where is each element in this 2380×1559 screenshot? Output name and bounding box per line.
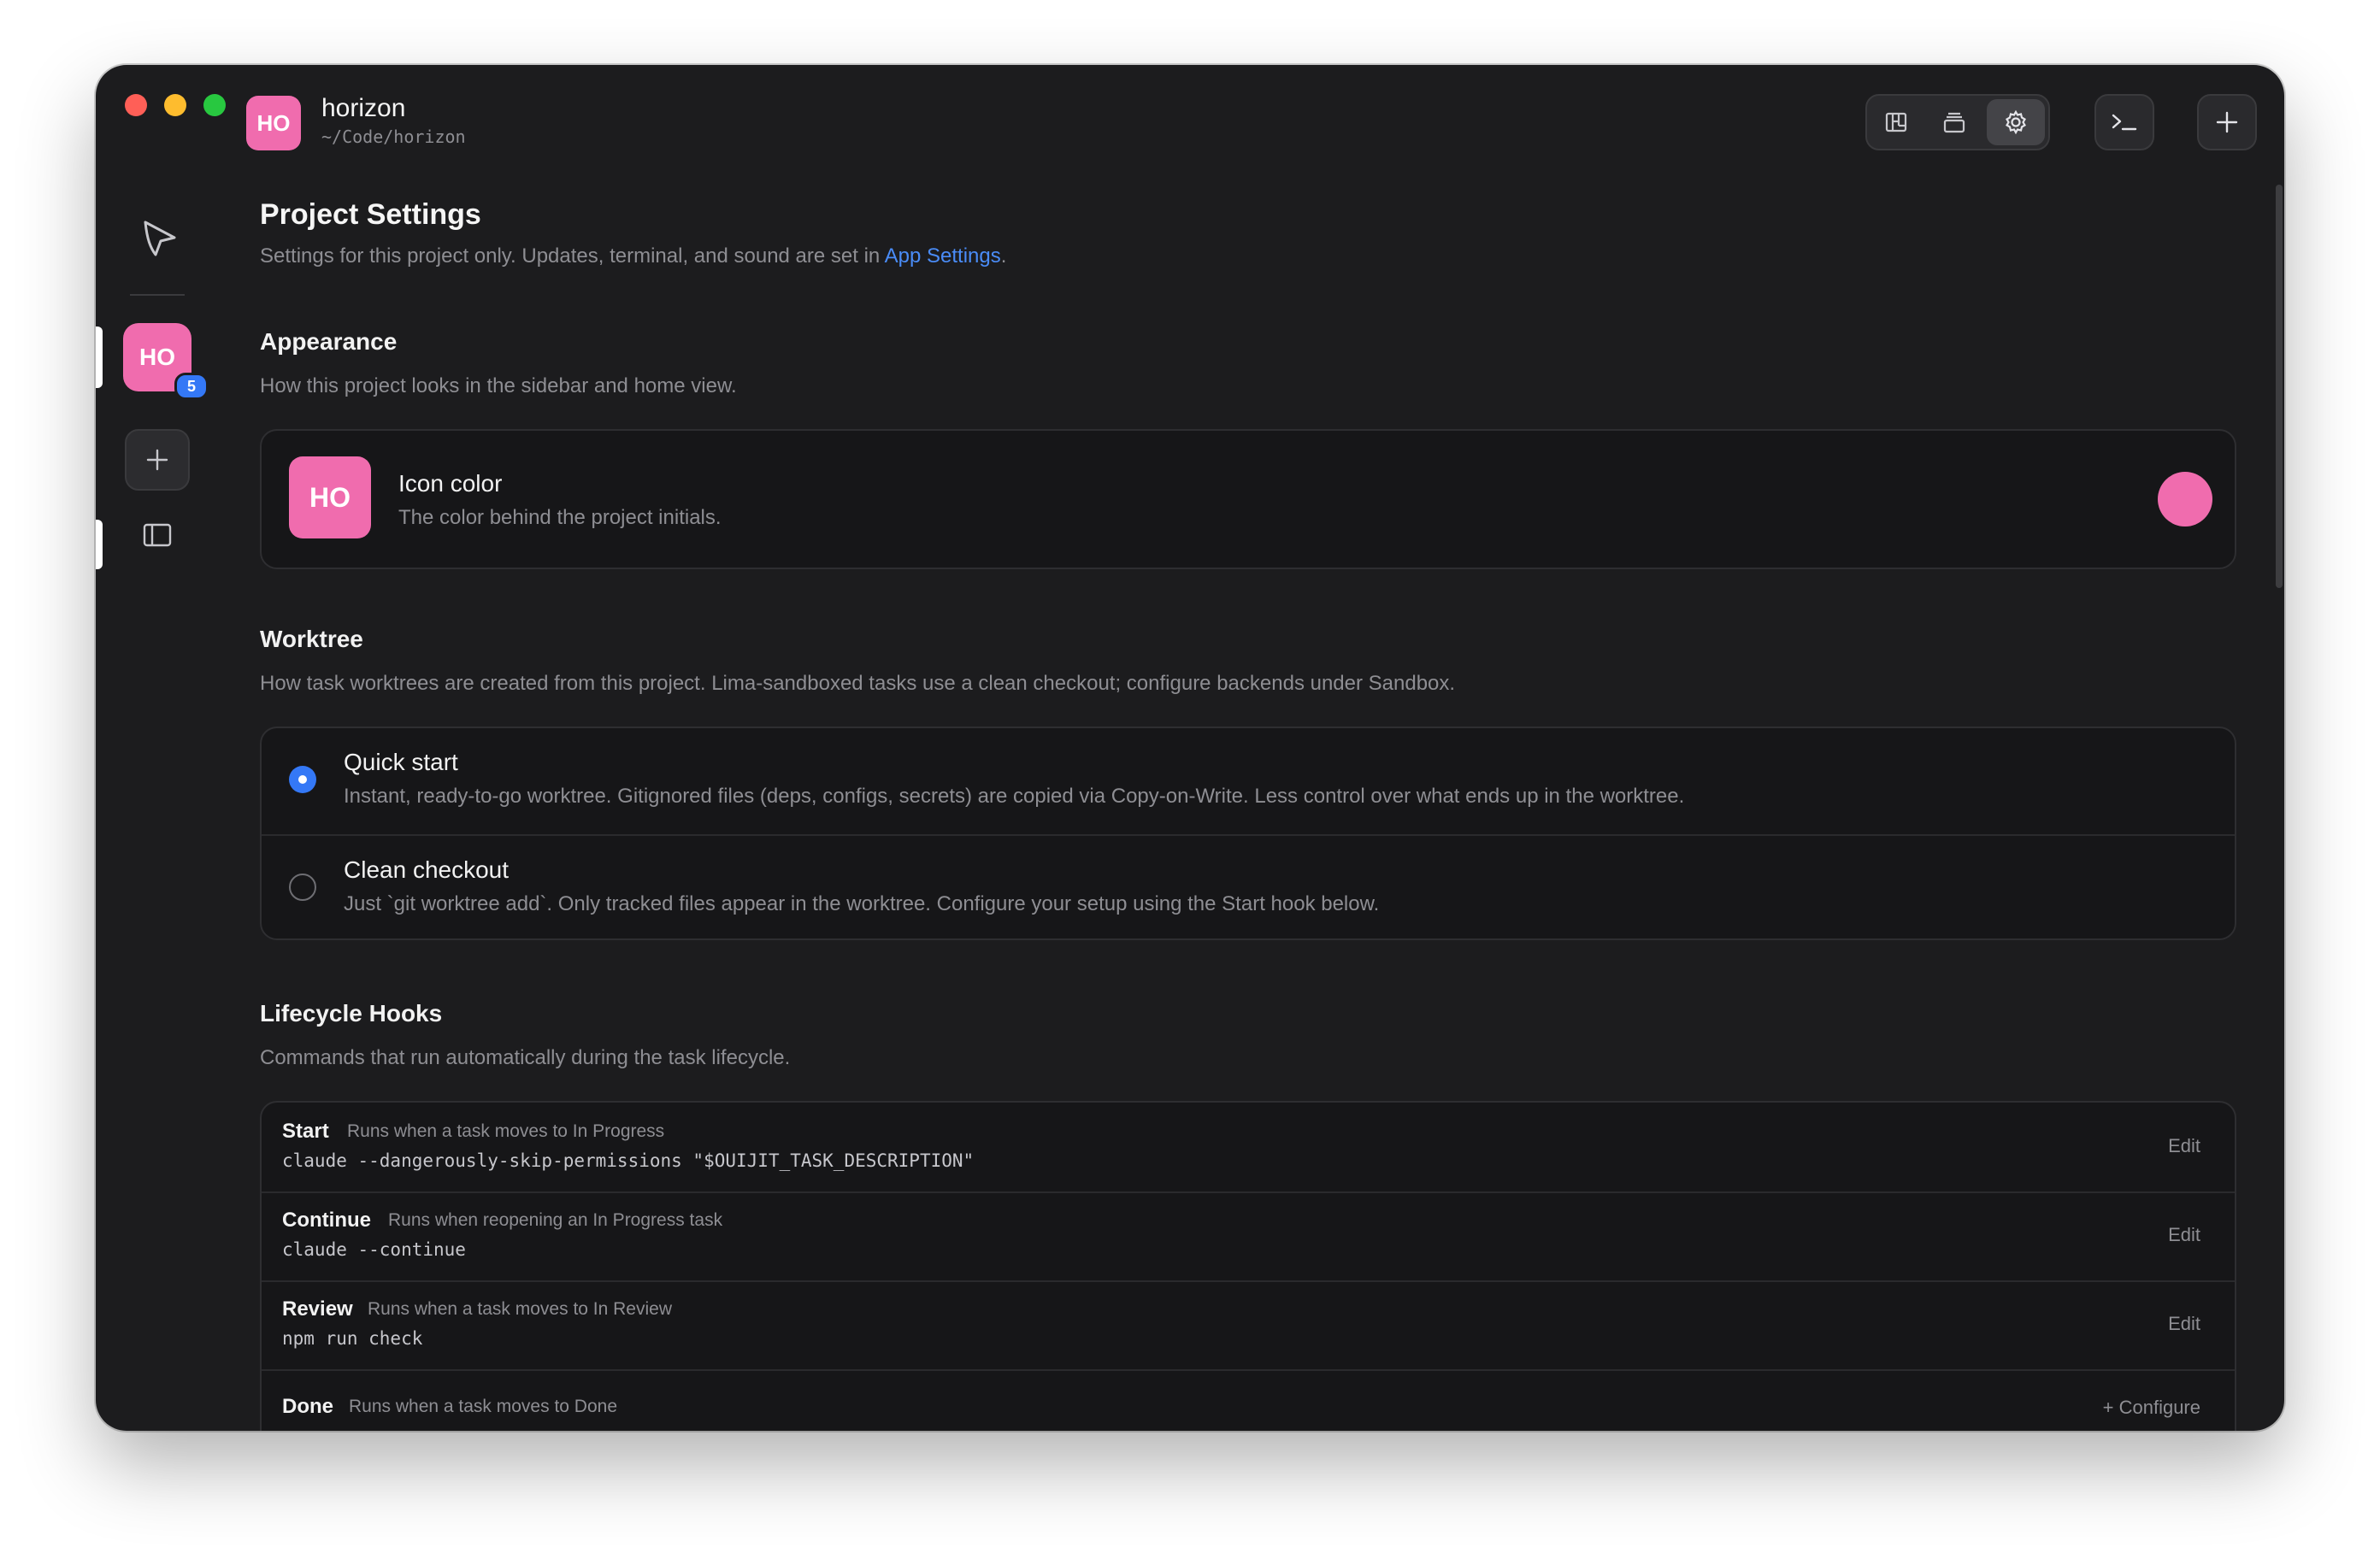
hook-row-done: Done Runs when a task moves to Done + Co… [262, 1369, 2235, 1431]
scrollbar-thumb[interactable] [2276, 185, 2283, 588]
settings-gear-icon [2005, 109, 2027, 135]
edit-continue-hook-button[interactable]: Edit [2168, 1224, 2200, 1246]
view-switcher [1865, 94, 2050, 150]
project-name: horizon [321, 94, 406, 122]
worktree-options: Quick start Instant, ready-to-go worktre… [260, 727, 2236, 940]
hook-command: claude --dangerously-skip-permissions "$… [282, 1150, 975, 1171]
minimize-window-button[interactable] [164, 94, 186, 116]
hook-description: Runs when reopening an In Progress task [388, 1210, 723, 1230]
add-project-button[interactable] [125, 429, 190, 491]
hook-name: Continue [282, 1209, 371, 1232]
clean-checkout-radio[interactable] [289, 874, 316, 901]
worktree-option-quick-start[interactable]: Quick start Instant, ready-to-go worktre… [262, 728, 2235, 836]
lifecycle-hooks-heading: Lifecycle Hooks [260, 1000, 443, 1027]
option-description: Instant, ready-to-go worktree. Gitignore… [344, 785, 1685, 808]
lifecycle-hooks-description: Commands that run automatically during t… [260, 1046, 791, 1069]
hook-name: Review [282, 1297, 353, 1321]
hook-description: Runs when a task moves to Done [349, 1397, 617, 1416]
appearance-description: How this project looks in the sidebar an… [260, 374, 737, 397]
project-avatar: HO [246, 96, 301, 150]
icon-color-description: The color behind the project initials. [398, 506, 722, 529]
project-task-badge: 5 [174, 373, 209, 400]
page-subtitle: Settings for this project only. Updates,… [260, 244, 1006, 268]
option-description: Just `git worktree add`. Only tracked fi… [344, 892, 1380, 915]
new-task-button[interactable] [2197, 94, 2257, 150]
plus-icon [2216, 111, 2238, 133]
configure-done-hook-button[interactable]: + Configure [2103, 1397, 2200, 1419]
zoom-window-button[interactable] [203, 94, 226, 116]
terminal-button[interactable] [2094, 94, 2154, 150]
page-subtitle-end: . [1000, 244, 1007, 268]
worktree-description: How task worktrees are created from this… [260, 672, 1456, 695]
hook-command: npm run check [282, 1328, 423, 1349]
color-swatch-picker[interactable] [2158, 472, 2212, 527]
option-title: Clean checkout [344, 856, 510, 883]
hook-row-continue: Continue Runs when reopening an In Progr… [262, 1191, 2235, 1282]
hook-name: Done [282, 1395, 333, 1418]
icon-color-preview: HO [289, 456, 371, 538]
sidebar-panel-icon [143, 523, 172, 547]
plus-icon [146, 449, 168, 471]
hook-row-review: Review Runs when a task moves to In Revi… [262, 1280, 2235, 1371]
page-subtitle-text: Settings for this project only. Updates,… [260, 244, 885, 268]
option-title: Quick start [344, 749, 458, 775]
edit-review-hook-button[interactable]: Edit [2168, 1313, 2200, 1335]
worktree-option-clean-checkout[interactable]: Clean checkout Just `git worktree add`. … [262, 836, 2235, 938]
sidebar-divider [130, 294, 185, 296]
app-logo-icon [144, 221, 176, 256]
edit-start-hook-button[interactable]: Edit [2168, 1135, 2200, 1157]
project-path: ~/Code/horizon [321, 126, 466, 147]
app-window: HO horizon ~/Code/horizon HO 5 Project S… [96, 65, 2284, 1431]
hook-row-start: Start Runs when a task moves to In Progr… [262, 1103, 2235, 1193]
panel-toggle-indicator [96, 520, 103, 569]
page-title: Project Settings [260, 198, 481, 231]
lifecycle-hooks-list: Start Runs when a task moves to In Progr… [260, 1101, 2236, 1431]
active-project-indicator [96, 327, 103, 388]
quick-start-radio[interactable] [289, 766, 316, 793]
home-button[interactable] [137, 215, 181, 260]
appearance-card: HO Icon color The color behind the proje… [260, 429, 2236, 569]
close-window-button[interactable] [125, 94, 147, 116]
icon-color-label: Icon color [398, 470, 503, 497]
stack-view-button[interactable] [1925, 96, 1983, 149]
hook-command: claude --continue [282, 1239, 466, 1260]
terminal-icon [2112, 114, 2137, 131]
board-view-icon [1885, 112, 1907, 132]
stack-view-icon [1943, 112, 1965, 133]
worktree-heading: Worktree [260, 626, 363, 652]
app-settings-link[interactable]: App Settings [885, 244, 1001, 268]
settings-view-button[interactable] [1987, 99, 2045, 145]
hook-name: Start [282, 1120, 329, 1143]
hook-description: Runs when a task moves to In Progress [347, 1121, 665, 1141]
appearance-heading: Appearance [260, 328, 398, 355]
toggle-sidebar-button[interactable] [140, 518, 174, 552]
hook-description: Runs when a task moves to In Review [368, 1299, 672, 1319]
board-view-button[interactable] [1867, 96, 1925, 149]
